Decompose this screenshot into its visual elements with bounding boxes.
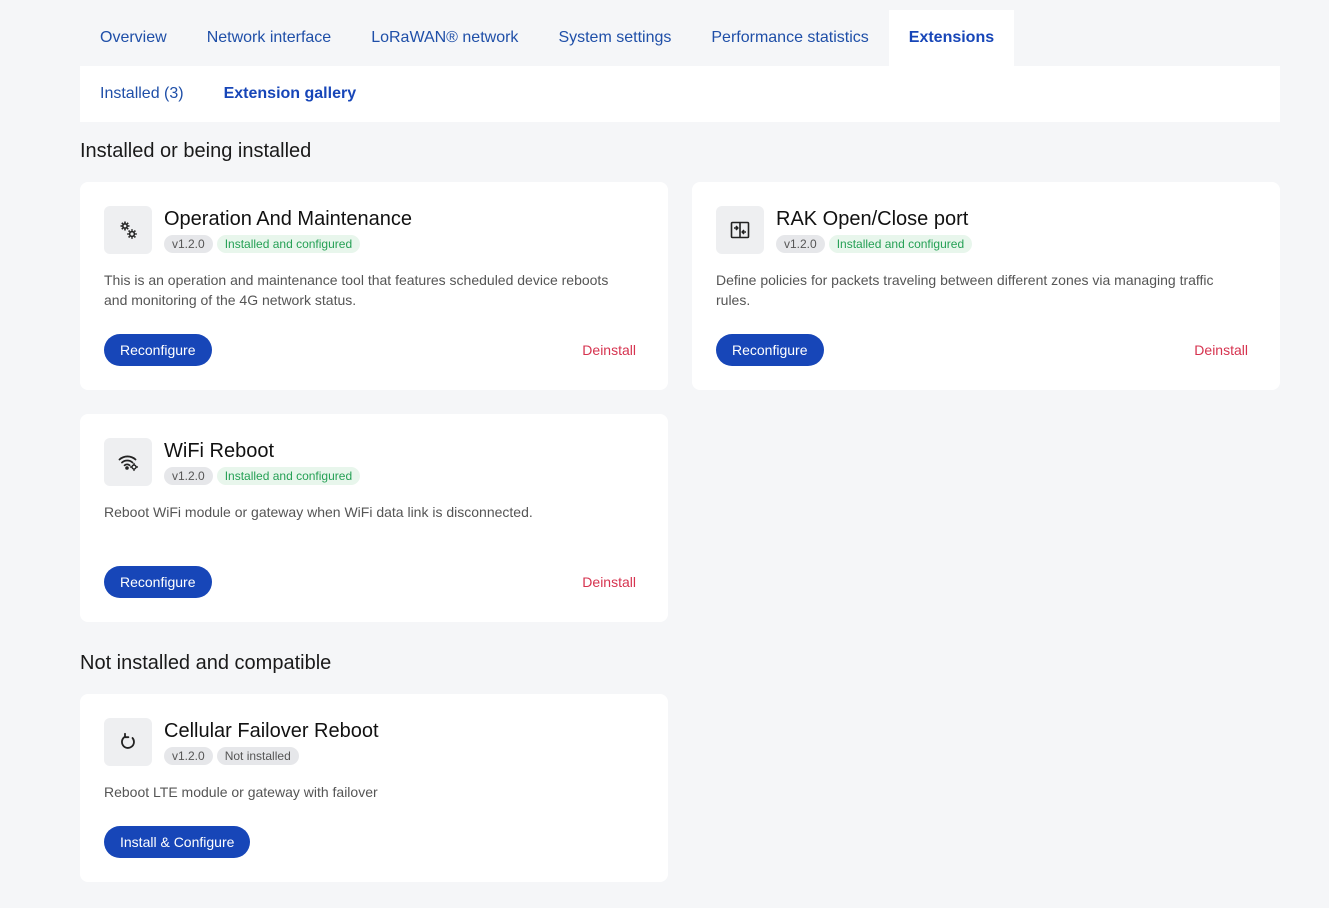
subtab-extension-gallery[interactable]: Extension gallery xyxy=(204,85,377,103)
install-configure-button[interactable]: Install & Configure xyxy=(104,826,251,858)
gears-icon xyxy=(104,206,152,254)
subtab-installed[interactable]: Installed (3) xyxy=(80,85,204,103)
deinstall-button[interactable]: Deinstall xyxy=(582,566,636,598)
port-icon xyxy=(716,206,764,254)
extension-description: Reboot LTE module or gateway with failov… xyxy=(104,784,378,800)
reconfigure-button[interactable]: Reconfigure xyxy=(104,566,212,598)
extension-badges: v1.2.0 Installed and configured xyxy=(776,235,973,253)
extension-subtabs: Installed (3) Extension gallery xyxy=(80,66,1280,122)
extension-description: This is an operation and maintenance too… xyxy=(104,272,609,308)
tab-overview[interactable]: Overview xyxy=(80,10,187,66)
status-badge: Installed and configured xyxy=(216,467,361,485)
version-badge: v1.2.0 xyxy=(164,467,213,485)
version-badge: v1.2.0 xyxy=(776,235,825,253)
deinstall-button[interactable]: Deinstall xyxy=(582,334,636,366)
extension-title: Cellular Failover Reboot xyxy=(164,720,379,742)
extension-card-operation-maintenance: Operation And Maintenance v1.2.0 Install… xyxy=(80,182,668,390)
extension-description: Define policies for packets traveling be… xyxy=(716,272,1214,308)
status-badge: Installed and configured xyxy=(216,235,361,253)
tab-system-settings[interactable]: System settings xyxy=(538,10,691,66)
extension-badges: v1.2.0 Installed and configured xyxy=(164,235,361,253)
extension-card-cellular-failover-reboot: Cellular Failover Reboot v1.2.0 Not inst… xyxy=(80,694,668,882)
wifi-gear-icon xyxy=(104,438,152,486)
status-badge: Not installed xyxy=(216,747,299,765)
extension-card-wifi-reboot: WiFi Reboot v1.2.0 Installed and configu… xyxy=(80,414,668,622)
tab-performance-statistics[interactable]: Performance statistics xyxy=(691,10,888,66)
extension-description: Reboot WiFi module or gateway when WiFi … xyxy=(104,504,533,520)
extension-title: RAK Open/Close port xyxy=(776,208,969,230)
tab-extensions[interactable]: Extensions xyxy=(888,10,1015,66)
extension-card-rak-open-close-port: RAK Open/Close port v1.2.0 Installed and… xyxy=(692,182,1280,390)
extension-badges: v1.2.0 Not installed xyxy=(164,747,299,765)
extension-badges: v1.2.0 Installed and configured xyxy=(164,467,361,485)
deinstall-button[interactable]: Deinstall xyxy=(1194,334,1248,366)
version-badge: v1.2.0 xyxy=(164,235,213,253)
reconfigure-button[interactable]: Reconfigure xyxy=(104,334,212,366)
section-title-installed: Installed or being installed xyxy=(80,140,312,162)
refresh-icon xyxy=(104,718,152,766)
tab-lorawan-network[interactable]: LoRaWAN® network xyxy=(351,10,538,66)
tab-network-interface[interactable]: Network interface xyxy=(187,10,352,66)
main-tabs: Overview Network interface LoRaWAN® netw… xyxy=(80,10,1015,66)
reconfigure-button[interactable]: Reconfigure xyxy=(716,334,824,366)
extension-title: Operation And Maintenance xyxy=(164,208,412,230)
section-title-compatible: Not installed and compatible xyxy=(80,652,332,674)
extension-title: WiFi Reboot xyxy=(164,440,275,462)
version-badge: v1.2.0 xyxy=(164,747,213,765)
status-badge: Installed and configured xyxy=(828,235,973,253)
